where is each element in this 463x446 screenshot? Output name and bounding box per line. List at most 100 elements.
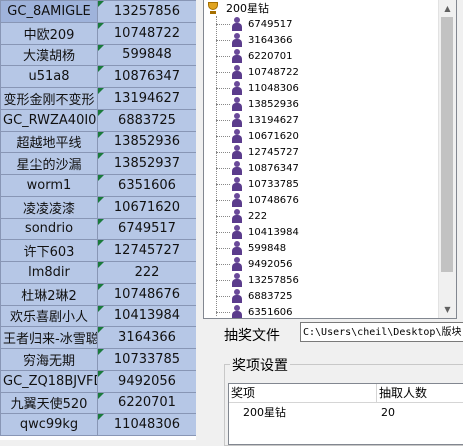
cell-id[interactable]: 12745727: [97, 239, 196, 262]
cell-name[interactable]: 王者归来-冰雪聪明: [0, 326, 98, 349]
table-row[interactable]: 中欧209 10748722: [0, 21, 196, 45]
cell-name[interactable]: GC_RWZA40I0: [0, 108, 98, 132]
cell-id[interactable]: 222: [97, 261, 196, 284]
cell-id[interactable]: 10733785: [97, 348, 196, 371]
user-icon: [230, 33, 244, 47]
table-row[interactable]: 星尘的沙漏 13852937: [0, 152, 196, 175]
cell-name[interactable]: 欢乐喜剧小人: [0, 304, 98, 328]
scroll-thumb[interactable]: [441, 17, 453, 272]
tree-item[interactable]: 222: [216, 208, 299, 224]
tree-item[interactable]: 6220701: [216, 48, 299, 64]
cell-id[interactable]: 3164366: [97, 326, 196, 349]
cell-id[interactable]: 599848: [97, 43, 196, 67]
tree-scrollbar[interactable]: ▲ ▼: [438, 0, 456, 318]
cell-name[interactable]: 变形金刚不变形: [0, 87, 98, 110]
tree-item-label: 222: [248, 210, 268, 222]
cell-id[interactable]: 6220701: [97, 391, 196, 415]
table-row[interactable]: worm1 6351606: [0, 174, 196, 197]
table-row[interactable]: GC_8AMIGLE 13257856: [0, 0, 196, 23]
cell-name[interactable]: 大漠胡杨: [0, 43, 98, 67]
cell-id[interactable]: 13194627: [97, 87, 196, 110]
user-icon: [230, 209, 244, 223]
cell-id[interactable]: 10876347: [97, 65, 196, 88]
tree-item[interactable]: 10671620: [216, 128, 299, 144]
winner-tree[interactable]: 200星钻 6749517 3164366 6220701 10748722 11048…: [203, 0, 457, 319]
cell-id[interactable]: 13852937: [97, 152, 196, 175]
tree-item[interactable]: 6749517: [216, 16, 299, 32]
cell-name[interactable]: GC_ZQ18BJVFD: [0, 369, 98, 393]
table-row[interactable]: 超越地平线 13852936: [0, 130, 196, 154]
tree-root[interactable]: 200星钻: [206, 0, 269, 16]
table-row[interactable]: u51a8 10876347: [0, 65, 196, 88]
tree-branch-line: [216, 167, 230, 169]
table-row[interactable]: 杜琳2琳2 10748676: [0, 282, 196, 306]
cell-id[interactable]: 11048306: [97, 413, 196, 436]
cell-id[interactable]: 6883725: [97, 108, 196, 132]
column-header-prize[interactable]: 奖项: [229, 384, 377, 402]
cell-name[interactable]: 穷海无期: [0, 348, 98, 371]
cell-name[interactable]: 杜琳2琳2: [0, 282, 98, 306]
tree-item[interactable]: 3164366: [216, 32, 299, 48]
cell-name[interactable]: worm1: [0, 174, 98, 197]
table-row[interactable]: 凌凌凌漆 10671620: [0, 195, 196, 219]
spreadsheet[interactable]: GC_8AMIGLE 13257856 中欧209 10748722 大漠胡杨 59984…: [0, 0, 196, 440]
cell-name[interactable]: u51a8: [0, 65, 98, 88]
prize-grid[interactable]: 奖项 抽取人数 200星钻 20: [228, 383, 463, 445]
table-row[interactable]: lm8dir 222: [0, 261, 196, 284]
table-row[interactable]: GC_ZQ18BJVFD 9492056: [0, 369, 196, 393]
cell-id[interactable]: 13257856: [97, 0, 196, 23]
tree-item[interactable]: 599848: [216, 240, 299, 256]
tree-item[interactable]: 10748676: [216, 192, 299, 208]
table-row[interactable]: 欢乐喜剧小人 10413984: [0, 304, 196, 328]
column-header-count[interactable]: 抽取人数: [377, 384, 463, 402]
tree-item[interactable]: 9492056: [216, 256, 299, 272]
cell-id[interactable]: 10671620: [97, 195, 196, 219]
prize-row[interactable]: 200星钻 20: [229, 403, 463, 423]
cell-id[interactable]: 10748722: [97, 21, 196, 45]
tree-item[interactable]: 10876347: [216, 160, 299, 176]
cell-id[interactable]: 9492056: [97, 369, 196, 393]
scroll-up-arrow-icon[interactable]: ▲: [439, 0, 456, 17]
table-row[interactable]: 大漠胡杨 599848: [0, 43, 196, 67]
table-row[interactable]: GC_RWZA40I0 6883725: [0, 108, 196, 132]
tree-item[interactable]: 6351606: [216, 304, 299, 318]
file-path-input[interactable]: C:\Users\cheil\Desktop\版块: [300, 322, 463, 342]
tree-item-label: 10748676: [248, 194, 299, 206]
tree-item[interactable]: 11048306: [216, 80, 299, 96]
table-row[interactable]: 九翼天使520 6220701: [0, 391, 196, 415]
cell-name[interactable]: 凌凌凌漆: [0, 195, 98, 219]
table-row[interactable]: 穷海无期 10733785: [0, 348, 196, 371]
prize-count-cell[interactable]: 20: [377, 403, 463, 423]
table-row[interactable]: sondrio 6749517: [0, 217, 196, 241]
cell-id[interactable]: 6749517: [97, 217, 196, 241]
cell-name[interactable]: 许下603: [0, 239, 98, 262]
cell-name[interactable]: sondrio: [0, 217, 98, 241]
tree-item[interactable]: 13852936: [216, 96, 299, 112]
tree-item[interactable]: 12745727: [216, 144, 299, 160]
cell-name[interactable]: 星尘的沙漏: [0, 152, 98, 175]
tree-branch-line: [216, 119, 230, 121]
tree-item[interactable]: 6883725: [216, 288, 299, 304]
tree-item[interactable]: 10748722: [216, 64, 299, 80]
cell-name[interactable]: 九翼天使520: [0, 391, 98, 415]
cell-name[interactable]: GC_8AMIGLE: [0, 0, 98, 23]
cell-id[interactable]: 13852936: [97, 130, 196, 154]
cell-id[interactable]: 10413984: [97, 304, 196, 328]
tree-item[interactable]: 10733785: [216, 176, 299, 192]
cell-name[interactable]: qwc99kg: [0, 413, 98, 436]
cell-id[interactable]: 10748676: [97, 282, 196, 306]
table-row[interactable]: 许下603 12745727: [0, 239, 196, 262]
cell-name[interactable]: lm8dir: [0, 261, 98, 284]
scroll-down-arrow-icon[interactable]: ▼: [439, 301, 456, 318]
prize-name-cell[interactable]: 200星钻: [229, 403, 377, 423]
table-row[interactable]: qwc99kg 11048306: [0, 413, 196, 436]
tree-item[interactable]: 13194627: [216, 112, 299, 128]
tree-item[interactable]: 13257856: [216, 272, 299, 288]
user-icon: [230, 225, 244, 239]
table-row[interactable]: 变形金刚不变形 13194627: [0, 87, 196, 110]
cell-name[interactable]: 中欧209: [0, 21, 98, 45]
cell-id[interactable]: 6351606: [97, 174, 196, 197]
table-row[interactable]: 王者归来-冰雪聪明3164366: [0, 326, 196, 349]
cell-name[interactable]: 超越地平线: [0, 130, 98, 154]
tree-item[interactable]: 10413984: [216, 224, 299, 240]
